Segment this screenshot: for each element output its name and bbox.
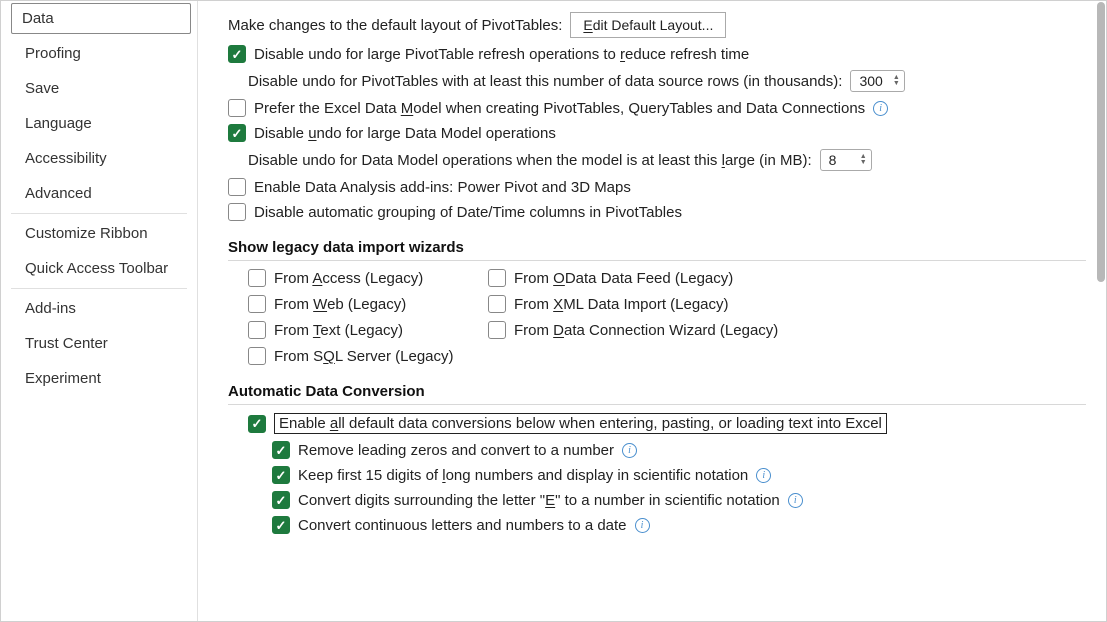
auto-enable-all-checkbox[interactable] (248, 415, 266, 433)
auto-long-numbers-checkbox[interactable] (272, 466, 290, 484)
enable-addins-checkbox[interactable] (228, 178, 246, 196)
sidebar-item-advanced[interactable]: Advanced (11, 176, 197, 211)
section-legacy-wizards-title: Show legacy data import wizards (228, 239, 1086, 256)
disable-grouping-label: Disable automatic grouping of Date/Time … (254, 204, 682, 221)
sidebar-separator (11, 213, 187, 214)
legacy-text-row: From Text (Legacy) (248, 321, 488, 339)
disable-undo-rows-spinner[interactable]: 300 ▲▼ (850, 70, 904, 92)
options-dialog: Data Proofing Save Language Accessibilit… (0, 0, 1107, 622)
legacy-sql-row: From SQL Server (Legacy) (248, 347, 488, 365)
legacy-dcw-label: From Data Connection Wizard (Legacy) (514, 322, 778, 339)
sidebar-separator (11, 288, 187, 289)
legacy-text-label: From Text (Legacy) (274, 322, 403, 339)
auto-enable-all-label: Enable all default data conversions belo… (274, 413, 887, 434)
legacy-odata-checkbox[interactable] (488, 269, 506, 287)
legacy-dcw-row: From Data Connection Wizard (Legacy) (488, 321, 808, 339)
auto-leading-zeros-row: Remove leading zeros and convert to a nu… (272, 441, 1086, 459)
legacy-sql-checkbox[interactable] (248, 347, 266, 365)
auto-letters-date-checkbox[interactable] (272, 516, 290, 534)
disable-undo-dm-checkbox[interactable] (228, 124, 246, 142)
sidebar-item-save[interactable]: Save (11, 71, 197, 106)
disable-undo-pivot-row: Disable undo for large PivotTable refres… (228, 45, 1086, 63)
info-icon[interactable]: i (873, 101, 888, 116)
disable-undo-rows-value: 300 (859, 73, 882, 89)
info-icon[interactable]: i (756, 468, 771, 483)
disable-undo-dm-row: Disable undo for large Data Model operat… (228, 124, 1086, 142)
sidebar-item-quick-access-toolbar[interactable]: Quick Access Toolbar (11, 251, 197, 286)
sidebar-item-accessibility[interactable]: Accessibility (11, 141, 197, 176)
sidebar-item-language[interactable]: Language (11, 106, 197, 141)
prefer-data-model-label: Prefer the Excel Data Model when creatin… (254, 100, 865, 117)
legacy-odata-label: From OData Data Feed (Legacy) (514, 270, 733, 287)
edit-default-layout-button[interactable]: Edit Default Layout... (570, 12, 726, 38)
legacy-xml-checkbox[interactable] (488, 295, 506, 313)
enable-addins-label: Enable Data Analysis add-ins: Power Pivo… (254, 179, 631, 196)
section-divider (228, 404, 1086, 405)
pivot-layout-row: Make changes to the default layout of Pi… (228, 12, 1086, 38)
disable-undo-dm-size-row: Disable undo for Data Model operations w… (248, 149, 1086, 171)
info-icon[interactable]: i (622, 443, 637, 458)
legacy-text-checkbox[interactable] (248, 321, 266, 339)
legacy-sql-label: From SQL Server (Legacy) (274, 348, 454, 365)
sidebar-item-experiment[interactable]: Experiment (11, 361, 197, 396)
scrollbar-thumb[interactable] (1097, 2, 1105, 282)
legacy-access-label: From Access (Legacy) (274, 270, 423, 287)
pivot-layout-label: Make changes to the default layout of Pi… (228, 17, 562, 34)
enable-addins-row: Enable Data Analysis add-ins: Power Pivo… (228, 178, 1086, 196)
auto-letter-e-label: Convert digits surrounding the letter "E… (298, 492, 780, 509)
auto-letters-date-row: Convert continuous letters and numbers t… (272, 516, 1086, 534)
prefer-data-model-checkbox[interactable] (228, 99, 246, 117)
legacy-wizards-grid: From Access (Legacy) From OData Data Fee… (248, 269, 1086, 365)
legacy-odata-row: From OData Data Feed (Legacy) (488, 269, 808, 287)
section-divider (228, 260, 1086, 261)
spinner-arrows-icon[interactable]: ▲▼ (893, 75, 900, 87)
sidebar-item-proofing[interactable]: Proofing (11, 36, 197, 71)
disable-undo-pivot-checkbox[interactable] (228, 45, 246, 63)
auto-enable-all-row: Enable all default data conversions belo… (248, 413, 1086, 434)
legacy-web-label: From Web (Legacy) (274, 296, 406, 313)
disable-undo-dm-label: Disable undo for large Data Model operat… (254, 125, 556, 142)
sidebar-item-data[interactable]: Data (11, 3, 191, 34)
legacy-dcw-checkbox[interactable] (488, 321, 506, 339)
auto-leading-zeros-checkbox[interactable] (272, 441, 290, 459)
section-auto-conversion-title: Automatic Data Conversion (228, 383, 1086, 400)
auto-letters-date-label: Convert continuous letters and numbers t… (298, 517, 627, 534)
disable-undo-rows-label: Disable undo for PivotTables with at lea… (248, 73, 842, 90)
disable-undo-dm-size-value: 8 (829, 152, 837, 168)
auto-letter-e-row: Convert digits surrounding the letter "E… (272, 491, 1086, 509)
prefer-data-model-row: Prefer the Excel Data Model when creatin… (228, 99, 1086, 117)
auto-letter-e-checkbox[interactable] (272, 491, 290, 509)
auto-long-numbers-label: Keep first 15 digits of long numbers and… (298, 467, 748, 484)
legacy-web-checkbox[interactable] (248, 295, 266, 313)
options-panel-data: Make changes to the default layout of Pi… (198, 1, 1106, 621)
sidebar-item-customize-ribbon[interactable]: Customize Ribbon (11, 216, 197, 251)
disable-grouping-checkbox[interactable] (228, 203, 246, 221)
auto-leading-zeros-label: Remove leading zeros and convert to a nu… (298, 442, 614, 459)
disable-grouping-row: Disable automatic grouping of Date/Time … (228, 203, 1086, 221)
vertical-scrollbar[interactable] (1095, 2, 1105, 620)
sidebar-item-trust-center[interactable]: Trust Center (11, 326, 197, 361)
disable-undo-rows-row: Disable undo for PivotTables with at lea… (248, 70, 1086, 92)
legacy-access-checkbox[interactable] (248, 269, 266, 287)
sidebar: Data Proofing Save Language Accessibilit… (1, 1, 198, 621)
legacy-web-row: From Web (Legacy) (248, 295, 488, 313)
auto-long-numbers-row: Keep first 15 digits of long numbers and… (272, 466, 1086, 484)
legacy-xml-label: From XML Data Import (Legacy) (514, 296, 729, 313)
spinner-arrows-icon[interactable]: ▲▼ (860, 154, 867, 166)
legacy-access-row: From Access (Legacy) (248, 269, 488, 287)
info-icon[interactable]: i (788, 493, 803, 508)
sidebar-item-add-ins[interactable]: Add-ins (11, 291, 197, 326)
disable-undo-dm-size-label: Disable undo for Data Model operations w… (248, 152, 812, 169)
disable-undo-pivot-label: Disable undo for large PivotTable refres… (254, 46, 749, 63)
info-icon[interactable]: i (635, 518, 650, 533)
disable-undo-dm-size-spinner[interactable]: 8 ▲▼ (820, 149, 872, 171)
legacy-xml-row: From XML Data Import (Legacy) (488, 295, 808, 313)
